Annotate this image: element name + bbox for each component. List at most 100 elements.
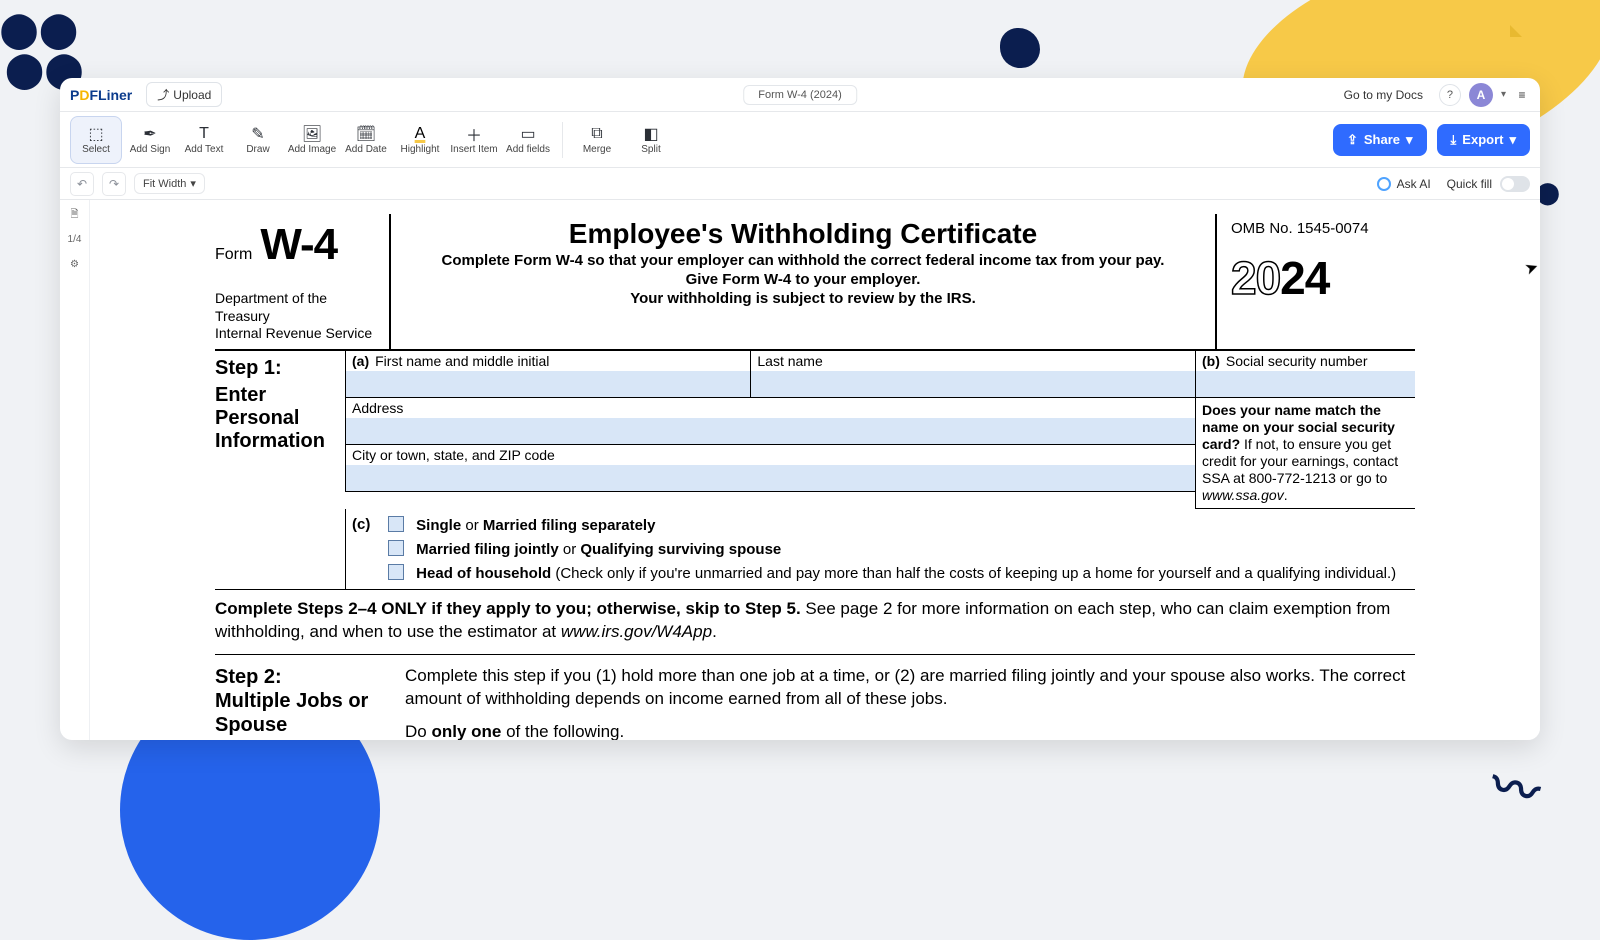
step2-body: Complete this step if you (1) hold more …: [405, 665, 1415, 740]
insert-icon: ＋: [466, 124, 482, 144]
tool-label: Add Sign: [130, 144, 171, 155]
content-area: 🗎 1/4 ⚙ Form W-4 Department of the Treas…: [60, 200, 1540, 740]
tool-label: Split: [641, 144, 660, 155]
tool-add-fields[interactable]: ▭ Add fields: [502, 116, 554, 164]
form-header-right: OMB No. 1545-0074 2024: [1215, 214, 1415, 349]
tool-add-sign[interactable]: ✒ Add Sign: [124, 116, 176, 164]
window-menu-icon[interactable]: ≡: [1514, 88, 1530, 102]
export-button[interactable]: ⤓ Export ▾: [1437, 124, 1530, 156]
zoom-select[interactable]: Fit Width ▾: [134, 173, 205, 194]
goto-docs-link[interactable]: Go to my Docs: [1336, 84, 1431, 106]
date-icon: 🗓: [356, 124, 376, 144]
cell-address: Address: [345, 398, 1195, 445]
split-icon: ◧: [643, 124, 658, 144]
ask-ai-label: Ask AI: [1397, 177, 1431, 191]
tool-label: Add Text: [185, 144, 224, 155]
document-page: Form W-4 Department of the Treasury Inte…: [135, 200, 1495, 740]
select-icon: ⬚: [88, 124, 103, 144]
step1-heading: Step 1: Enter Personal Information: [215, 351, 345, 589]
toggle-switch[interactable]: [1500, 176, 1530, 192]
step1-section: Step 1: Enter Personal Information (a)Fi…: [215, 351, 1415, 590]
highlight-icon: A: [415, 124, 426, 144]
tool-label: Add Date: [345, 144, 387, 155]
title-bar: PDFLiner ⤴ Upload Form W-4 (2024) Go to …: [60, 78, 1540, 112]
cell-last-name: Last name: [750, 351, 1195, 398]
first-name-field[interactable]: [346, 371, 750, 397]
chevron-down-icon: ▾: [1509, 132, 1516, 148]
quick-fill-toggle[interactable]: Quick fill: [1447, 176, 1530, 192]
share-button[interactable]: ⇪ Share ▾: [1333, 124, 1427, 156]
form-year: 2024: [1231, 251, 1409, 305]
document-title: Form W-4 (2024): [758, 89, 842, 101]
ai-icon: [1377, 177, 1391, 191]
zoom-label: Fit Width: [143, 178, 186, 190]
cell-first-name: (a)First name and middle initial: [345, 351, 750, 398]
form-header: Form W-4 Department of the Treasury Inte…: [215, 214, 1415, 351]
checkbox-single[interactable]: [388, 516, 404, 532]
page-indicator: 1/4: [68, 234, 82, 245]
redo-button[interactable]: ↷: [102, 172, 126, 196]
tool-label: Draw: [246, 144, 269, 155]
upload-button[interactable]: ⤴ Upload: [146, 82, 222, 107]
upload-label: Upload: [173, 88, 211, 102]
tool-label: Add Image: [288, 144, 336, 155]
merge-icon: ⧉: [591, 124, 602, 144]
filing-status-section: (c) Single or Married filing separately …: [345, 509, 1415, 589]
tool-draw[interactable]: ✎ Draw: [232, 116, 284, 164]
tool-add-image[interactable]: 🖼 Add Image: [286, 116, 338, 164]
pages-panel-icon[interactable]: 🗎: [66, 206, 84, 224]
tool-select[interactable]: ⬚ Select: [70, 116, 122, 164]
image-icon: 🖼: [302, 124, 322, 144]
share-label: Share: [1364, 132, 1400, 147]
tool-split[interactable]: ◧ Split: [625, 116, 677, 164]
ssn-field[interactable]: [1196, 371, 1415, 397]
export-icon: ⤓: [1451, 132, 1457, 148]
tool-insert-item[interactable]: ＋ Insert Item: [448, 116, 500, 164]
city-field[interactable]: [346, 465, 1195, 491]
checkbox-married-jointly[interactable]: [388, 540, 404, 556]
chevron-down-icon: ▾: [190, 177, 196, 190]
left-rail: 🗎 1/4 ⚙: [60, 200, 90, 740]
form-line-3: Your withholding is subject to review by…: [403, 290, 1203, 307]
cell-ssn: (b)Social security number: [1195, 351, 1415, 398]
tool-merge[interactable]: ⧉ Merge: [571, 116, 623, 164]
text-icon: T: [199, 124, 209, 144]
user-avatar[interactable]: A: [1469, 83, 1493, 107]
undo-button[interactable]: ↶: [70, 172, 94, 196]
document-title-pill[interactable]: Form W-4 (2024): [743, 85, 857, 105]
sign-icon: ✒: [143, 124, 156, 144]
settings-icon[interactable]: ⚙: [66, 255, 84, 273]
form-word: Form: [215, 246, 252, 264]
help-button[interactable]: ?: [1439, 84, 1461, 106]
ssn-note: Does your name match the name on your so…: [1195, 398, 1415, 509]
toolbar-separator: [562, 122, 563, 158]
form-title: Employee's Withholding Certificate: [403, 218, 1203, 250]
dept-text: Department of the Treasury Internal Reve…: [215, 290, 385, 343]
tool-label: Merge: [583, 144, 611, 155]
sub-toolbar: ↶ ↷ Fit Width ▾ Ask AI Quick fill: [60, 168, 1540, 200]
quick-fill-label: Quick fill: [1447, 177, 1492, 191]
ask-ai-button[interactable]: Ask AI: [1377, 177, 1431, 191]
draw-icon: ✎: [251, 124, 264, 144]
checkbox-head-household[interactable]: [388, 564, 404, 580]
tool-add-text[interactable]: T Add Text: [178, 116, 230, 164]
tool-highlight[interactable]: A Highlight: [394, 116, 446, 164]
form-header-mid: Employee's Withholding Certificate Compl…: [391, 214, 1215, 349]
form-line-2: Give Form W-4 to your employer.: [403, 271, 1203, 288]
cell-city: City or town, state, and ZIP code: [345, 445, 1195, 492]
steps-2-4-instruction: Complete Steps 2–4 ONLY if they apply to…: [215, 590, 1415, 655]
bg-pdf-glyph: [1470, 20, 1530, 80]
app-logo: PDFLiner: [70, 87, 132, 103]
form-header-left: Form W-4 Department of the Treasury Inte…: [215, 214, 391, 349]
tool-add-date[interactable]: 🗓 Add Date: [340, 116, 392, 164]
address-field[interactable]: [346, 418, 1195, 444]
bg-zigzag: 〰: [1484, 745, 1548, 825]
export-label: Export: [1462, 132, 1503, 147]
tool-label: Highlight: [401, 144, 440, 155]
omb-number: OMB No. 1545-0074: [1231, 220, 1409, 237]
tool-label: Select: [82, 144, 110, 155]
avatar-menu-caret[interactable]: ▾: [1501, 89, 1506, 100]
last-name-field[interactable]: [751, 371, 1195, 397]
document-scroll[interactable]: Form W-4 Department of the Treasury Inte…: [90, 200, 1540, 740]
step2-heading: Step 2: Multiple Jobs or Spouse: [215, 665, 405, 740]
